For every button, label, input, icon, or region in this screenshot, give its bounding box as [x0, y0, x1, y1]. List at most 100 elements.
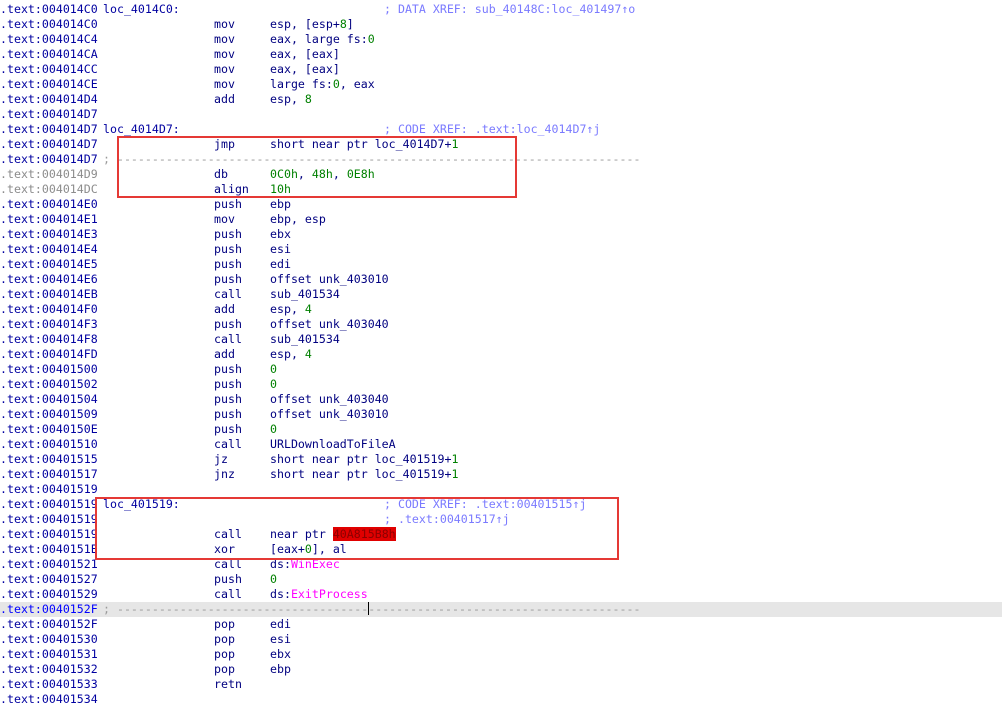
operand-text[interactable]: ebx [270, 647, 291, 661]
address[interactable]: .text:004014CE [0, 77, 98, 92]
listing-line[interactable]: .text:004014D7 loc_4014D7: ; CODE XREF: .t… [0, 122, 1002, 137]
operand-number[interactable]: 4 [305, 302, 312, 316]
operands[interactable]: offset unk_403010 [270, 272, 389, 287]
operands[interactable]: eax, [eax] [270, 47, 340, 62]
address[interactable]: .text:004014C4 [0, 32, 98, 47]
operand-number[interactable]: 0 [368, 32, 375, 46]
listing-line[interactable]: .text:004014D7 [0, 107, 1002, 122]
operand-number[interactable]: 0 [270, 422, 277, 436]
xref-comment[interactable]: ; CODE XREF: .text:loc_4014D7↑j [384, 122, 600, 137]
operand-text[interactable]: ebp [270, 197, 291, 211]
operands[interactable]: 0 [270, 572, 277, 587]
operand-text[interactable]: edi [270, 617, 291, 631]
address[interactable]: .text:004014E6 [0, 272, 98, 287]
operand-text[interactable]: , eax [340, 77, 375, 91]
operands[interactable]: eax, [eax] [270, 62, 340, 77]
address[interactable]: .text:00401519 [0, 512, 98, 527]
operand-text[interactable]: large fs: [270, 77, 333, 91]
operands[interactable]: large fs:0, eax [270, 77, 375, 92]
address[interactable]: .text:0040151E [0, 542, 98, 557]
address[interactable]: .text:00401519 [0, 527, 98, 542]
operands[interactable]: short near ptr loc_401519+1 [270, 467, 458, 482]
address[interactable]: .text:00401502 [0, 377, 98, 392]
operands[interactable]: ebp, esp [270, 212, 326, 227]
listing-line[interactable]: .text:004014CE mov large fs:0, eax [0, 77, 1002, 92]
address[interactable]: .text:004014D7 [0, 107, 98, 122]
address[interactable]: .text:00401510 [0, 437, 98, 452]
listing-line[interactable]: .text:004014E5 push edi [0, 257, 1002, 272]
operand-text[interactable]: URLDownloadToFileA [270, 437, 396, 451]
operand-number[interactable]: 8 [305, 92, 312, 106]
operands[interactable]: 0 [270, 422, 277, 437]
listing-line[interactable]: .text:00401533 retn [0, 677, 1002, 692]
address[interactable]: .text:00401531 [0, 647, 98, 662]
operands[interactable]: esp, 4 [270, 347, 312, 362]
listing-line[interactable]: .text:00401515 jz short near ptr loc_40151… [0, 452, 1002, 467]
address[interactable]: .text:00401515 [0, 452, 98, 467]
listing-line[interactable]: .text:004014CA mov eax, [eax] [0, 47, 1002, 62]
address[interactable]: .text:004014D9 [0, 167, 98, 182]
listing-line[interactable]: .text:004014C0 mov esp, [esp+8] [0, 17, 1002, 32]
address[interactable]: .text:00401519 [0, 482, 98, 497]
address[interactable]: .text:004014EB [0, 287, 98, 302]
listing-line[interactable]: .text:0040152F ; ------------------------… [0, 602, 1002, 617]
operand-text[interactable]: ] [347, 17, 354, 31]
operand-text[interactable]: esi [270, 632, 291, 646]
address[interactable]: .text:004014DC [0, 182, 98, 197]
address[interactable]: .text:004014F0 [0, 302, 98, 317]
code-label[interactable]: loc_4014C0: [103, 2, 180, 17]
operand-text[interactable]: esi [270, 242, 291, 256]
operand-text[interactable]: sub_401534 [270, 287, 340, 301]
address[interactable]: .text:004014D4 [0, 92, 98, 107]
operand-text[interactable]: esp, [esp+ [270, 17, 340, 31]
operand-text[interactable]: short near ptr loc_401519+ [270, 467, 451, 481]
operand-text[interactable]: ebp, esp [270, 212, 326, 226]
operand-text[interactable]: offset unk_403010 [270, 272, 389, 286]
address[interactable]: .text:004014E5 [0, 257, 98, 272]
address[interactable]: .text:004014E4 [0, 242, 98, 257]
operand-import[interactable]: ExitProcess [291, 587, 368, 601]
listing-line[interactable]: .text:0040152F pop edi [0, 617, 1002, 632]
address[interactable]: .text:004014D7 [0, 152, 98, 167]
operand-text[interactable]: eax, [eax] [270, 47, 340, 61]
operands[interactable]: 0 [270, 377, 277, 392]
listing-line[interactable]: .text:004014F8 call sub_401534 [0, 332, 1002, 347]
listing-line[interactable]: .text:00401504 push offset unk_403040 [0, 392, 1002, 407]
address[interactable]: .text:00401527 [0, 572, 98, 587]
operands[interactable]: sub_401534 [270, 287, 340, 302]
listing-line[interactable]: .text:004014EB call sub_401534 [0, 287, 1002, 302]
operands[interactable]: offset unk_403040 [270, 317, 389, 332]
address[interactable]: .text:00401504 [0, 392, 98, 407]
address[interactable]: .text:00401509 [0, 407, 98, 422]
operands[interactable]: esp, 8 [270, 92, 312, 107]
operand-text[interactable]: sub_401534 [270, 332, 340, 346]
operands[interactable]: eax, large fs:0 [270, 32, 375, 47]
address[interactable]: .text:004014C0 [0, 2, 98, 17]
address[interactable]: .text:004014F8 [0, 332, 98, 347]
disassembly-listing[interactable]: .text:004014C0 loc_4014C0: ; DATA XREF: su… [0, 2, 1002, 707]
address[interactable]: .text:004014F3 [0, 317, 98, 332]
listing-line[interactable]: .text:004014C4 mov eax, large fs:0 [0, 32, 1002, 47]
listing-line[interactable]: .text:00401534 [0, 692, 1002, 707]
operand-number[interactable]: 4 [305, 347, 312, 361]
operands[interactable]: ds:ExitProcess [270, 587, 368, 602]
operand-text[interactable]: eax, [eax] [270, 62, 340, 76]
operand-number[interactable]: 8 [340, 17, 347, 31]
listing-line[interactable]: .text:004014E6 push offset unk_403010 [0, 272, 1002, 287]
listing-line[interactable]: .text:00401502 push 0 [0, 377, 1002, 392]
operand-text[interactable]: eax, large fs: [270, 32, 368, 46]
listing-line[interactable]: .text:00401532 pop ebp [0, 662, 1002, 677]
operands[interactable]: offset unk_403040 [270, 392, 389, 407]
listing-line[interactable]: .text:00401527 push 0 [0, 572, 1002, 587]
address[interactable]: .text:004014C0 [0, 17, 98, 32]
address[interactable]: .text:00401534 [0, 692, 98, 707]
operand-number[interactable]: 1 [451, 467, 458, 481]
address[interactable]: .text:0040150E [0, 422, 98, 437]
listing-line[interactable]: .text:004014CC mov eax, [eax] [0, 62, 1002, 77]
address[interactable]: .text:00401529 [0, 587, 98, 602]
listing-line[interactable]: .text:004014E1 mov ebp, esp [0, 212, 1002, 227]
operand-text[interactable]: offset unk_403040 [270, 392, 389, 406]
address[interactable]: .text:004014E0 [0, 197, 98, 212]
operand-text[interactable]: ebp [270, 662, 291, 676]
listing-line[interactable]: .text:00401529 call ds:ExitProcess [0, 587, 1002, 602]
